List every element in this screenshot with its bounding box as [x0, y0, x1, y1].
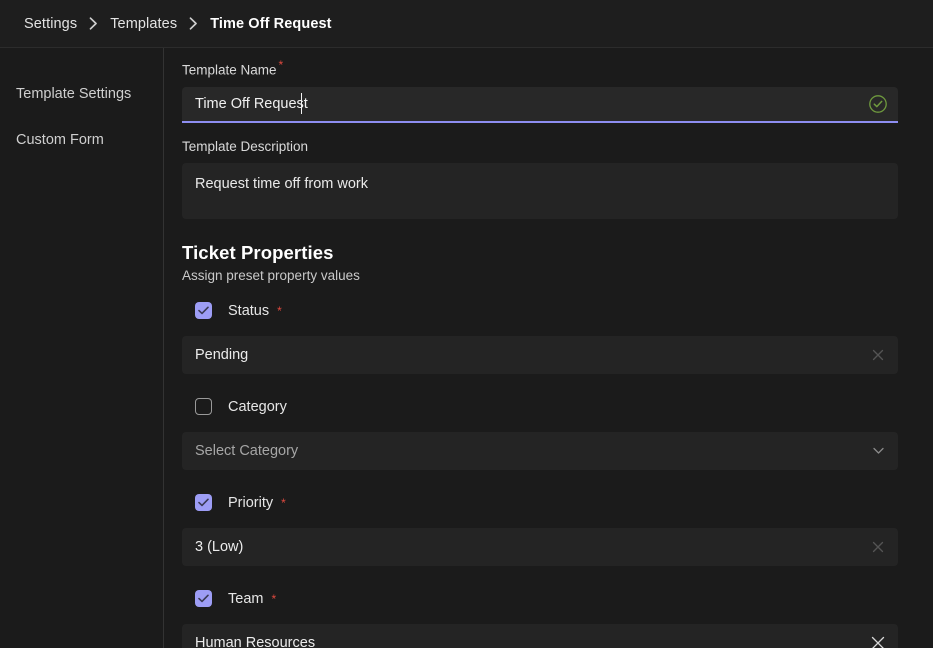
status-label: Status [228, 302, 270, 319]
priority-value-field[interactable]: 3 (Low) [182, 527, 898, 566]
required-marker: * [277, 303, 282, 318]
category-checkbox[interactable] [195, 398, 212, 416]
priority-value-text: 3 (Low) [195, 538, 244, 555]
main-content: Template Name* Template Description Tick… [165, 48, 933, 648]
chevron-down-icon[interactable] [866, 439, 890, 463]
template-description-label: Template Description [182, 139, 898, 155]
text-caret [301, 92, 302, 114]
status-checkbox[interactable] [195, 302, 212, 320]
priority-label: Priority [228, 494, 274, 511]
breadcrumb-item-settings[interactable]: Settings [24, 16, 77, 32]
template-name-input[interactable] [182, 86, 898, 121]
property-row-priority: Priority * [195, 492, 898, 514]
sidebar: Template Settings Custom Form [0, 48, 164, 648]
breadcrumb-item-current: Time Off Request [210, 15, 332, 32]
chevron-right-icon [189, 17, 198, 30]
template-description-input[interactable] [182, 162, 898, 219]
chevron-right-icon [89, 17, 98, 30]
required-marker: * [281, 495, 286, 510]
ticket-properties-subtitle: Assign preset property values [182, 267, 360, 283]
template-name-field-wrap [182, 86, 898, 123]
status-value-text: Pending [195, 346, 249, 363]
clear-x-icon[interactable] [866, 535, 890, 559]
check-circle-icon [868, 94, 888, 114]
category-select-field[interactable]: Select Category [182, 431, 898, 470]
template-description-label-text: Template Description [182, 138, 309, 154]
team-checkbox[interactable] [195, 590, 212, 608]
required-marker: * [278, 58, 284, 72]
category-label: Category [228, 398, 287, 415]
ticket-properties-title: Ticket Properties [182, 241, 334, 263]
team-value-text: Human Resources [195, 634, 316, 648]
property-row-status: Status * [195, 300, 898, 322]
category-value-text: Select Category [195, 442, 299, 459]
template-name-label: Template Name * [182, 58, 898, 79]
clear-x-icon[interactable] [866, 631, 890, 648]
team-label: Team [228, 590, 264, 607]
property-row-category: Category [195, 396, 898, 418]
property-row-team: Team * [195, 588, 898, 610]
sidebar-item-custom-form[interactable]: Custom Form [0, 124, 163, 158]
breadcrumb-item-templates[interactable]: Templates [110, 16, 177, 32]
focus-underline [182, 120, 898, 123]
sidebar-item-template-settings[interactable]: Template Settings [0, 78, 163, 112]
clear-x-icon[interactable] [866, 343, 890, 367]
team-value-field[interactable]: Human Resources [182, 623, 898, 648]
priority-checkbox[interactable] [195, 494, 212, 512]
template-name-label-text: Template Name [182, 62, 277, 78]
status-value-field[interactable]: Pending [182, 335, 898, 374]
required-marker: * [271, 591, 277, 606]
breadcrumb-bar: Settings Templates Time Off Request [0, 0, 933, 48]
